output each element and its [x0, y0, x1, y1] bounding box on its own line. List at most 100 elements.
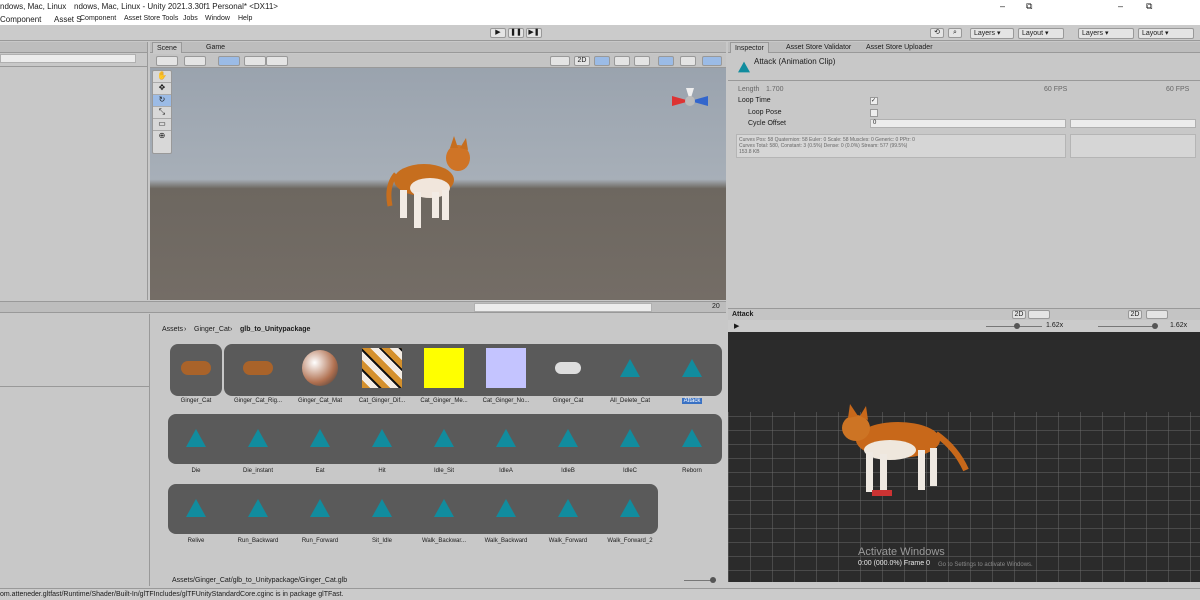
- draw-mode-button[interactable]: [156, 56, 178, 66]
- undo-history-button[interactable]: ⟲: [930, 28, 944, 38]
- mode-2d-button[interactable]: 2D: [574, 56, 590, 66]
- inspector-panel: Attack (Animation Clip) Length 1.700 60 …: [728, 54, 1200, 306]
- asset-item[interactable]: Ginger_Cat: [169, 348, 223, 404]
- breadcrumb-ginger-cat[interactable]: Ginger_Cat: [194, 326, 230, 333]
- animation-clip-thumbnail: [424, 418, 464, 458]
- loop-pose-checkbox[interactable]: [870, 109, 878, 117]
- animation-clip-icon: [248, 429, 268, 447]
- layers-dropdown-2[interactable]: Layers ▾: [1078, 28, 1134, 39]
- effects-button[interactable]: [634, 56, 650, 66]
- asset-item[interactable]: Die_instant: [231, 418, 285, 474]
- camera-button[interactable]: [680, 56, 696, 66]
- asset-item[interactable]: Eat: [293, 418, 347, 474]
- scale-tool-icon[interactable]: ⤡: [153, 107, 171, 119]
- menu-jobs[interactable]: Jobs: [183, 15, 198, 22]
- menu-asset-store[interactable]: Asset S: [54, 15, 82, 24]
- menu-component[interactable]: Component: [0, 15, 41, 24]
- grid-snap-button[interactable]: [218, 56, 240, 66]
- cycle-offset-field-2[interactable]: [1070, 119, 1196, 128]
- loop-time-checkbox[interactable]: ✓: [870, 97, 878, 105]
- asset-item[interactable]: Ginger_Cat_Rig...: [231, 348, 285, 404]
- move-tool-icon[interactable]: ✥: [153, 83, 171, 95]
- asset-item[interactable]: Die: [169, 418, 223, 474]
- asset-label: Ginger_Cat: [552, 398, 584, 404]
- animation-clip-thumbnail: [486, 418, 526, 458]
- asset-item[interactable]: Hit: [355, 418, 409, 474]
- asset-item[interactable]: Cat_Ginger_No...: [479, 348, 533, 404]
- snap-increment-button[interactable]: [244, 56, 266, 66]
- asset-item[interactable]: Attack: [665, 348, 719, 404]
- rect-tool-icon[interactable]: ▭: [153, 119, 171, 131]
- breadcrumb-assets[interactable]: Assets: [162, 326, 183, 333]
- gizmos-button[interactable]: [702, 56, 722, 66]
- asset-item[interactable]: Walk_Forward: [541, 488, 595, 544]
- breadcrumb-current[interactable]: glb_to_Unitypackage: [240, 326, 310, 333]
- layers-dropdown[interactable]: Layers ▾: [970, 28, 1014, 39]
- hand-tool-icon[interactable]: ✋: [153, 71, 171, 83]
- minimize-button[interactable]: –: [1000, 1, 1005, 11]
- shading-button[interactable]: [550, 56, 570, 66]
- asset-item[interactable]: Walk_Backward: [479, 488, 533, 544]
- lighting-button[interactable]: [594, 56, 610, 66]
- preview-speed-slider-2[interactable]: [1098, 326, 1154, 327]
- menu-help[interactable]: Help: [238, 15, 252, 22]
- restore-button-2[interactable]: ⧉: [1146, 1, 1152, 12]
- asset-item[interactable]: IdleB: [541, 418, 595, 474]
- cycle-offset-field[interactable]: 0: [870, 119, 1066, 128]
- normal-map-thumbnail: [486, 348, 526, 388]
- tab-inspector[interactable]: Inspector: [730, 42, 769, 53]
- asset-item[interactable]: Ginger_Cat: [541, 348, 595, 404]
- asset-item[interactable]: Walk_Forward_2: [603, 488, 657, 544]
- icon-size-handle[interactable]: [710, 577, 716, 583]
- preview-pivot-button[interactable]: [1028, 310, 1050, 319]
- asset-item[interactable]: IdleA: [479, 418, 533, 474]
- asset-item[interactable]: Sit_Idle: [355, 488, 409, 544]
- tab-scene[interactable]: Scene: [152, 42, 182, 53]
- audio-button[interactable]: [614, 56, 630, 66]
- search-button[interactable]: ⌕: [948, 28, 962, 38]
- restore-button[interactable]: ⧉: [1026, 1, 1032, 12]
- pause-button[interactable]: ❚❚: [508, 28, 524, 38]
- hierarchy-search-input[interactable]: [0, 54, 136, 63]
- step-button[interactable]: ▶❚: [526, 28, 542, 38]
- transform-tool-icon[interactable]: ⊕: [153, 131, 171, 143]
- layout-dropdown[interactable]: Layout ▾: [1018, 28, 1064, 39]
- preview-pivot-button-2[interactable]: [1146, 310, 1168, 319]
- animation-clip-icon: [496, 429, 516, 447]
- hidden-objects-button[interactable]: [658, 56, 674, 66]
- scene-viewport[interactable]: ✋ ✥ ↻ ⤡ ▭ ⊕: [150, 68, 726, 300]
- tab-game[interactable]: Game: [202, 42, 229, 53]
- project-search-input[interactable]: [474, 303, 652, 312]
- layout-dropdown-2[interactable]: Layout ▾: [1138, 28, 1194, 39]
- rotate-tool-icon[interactable]: ↻: [153, 95, 171, 107]
- preview-speed-handle-2[interactable]: [1152, 323, 1158, 329]
- orientation-gizmo[interactable]: [668, 86, 712, 116]
- tab-asset-store-validator[interactable]: Asset Store Validator: [782, 42, 855, 53]
- asset-item[interactable]: Ginger_Cat_Mat: [293, 348, 347, 404]
- minimize-button-2[interactable]: –: [1118, 1, 1123, 11]
- asset-item[interactable]: All_Delete_Cat: [603, 348, 657, 404]
- global-button[interactable]: [184, 56, 206, 66]
- asset-item[interactable]: Run_Backward: [231, 488, 285, 544]
- preview-2d-button[interactable]: 2D: [1012, 310, 1026, 319]
- preview-2d-button-2[interactable]: 2D: [1128, 310, 1142, 319]
- menu-component-2[interactable]: Component: [80, 15, 116, 22]
- menu-asset-store-tools[interactable]: Asset Store Tools: [124, 15, 178, 22]
- asset-item[interactable]: Reborn: [665, 418, 719, 474]
- asset-item[interactable]: Idle_Sit: [417, 418, 471, 474]
- asset-item[interactable]: Cat_Ginger_Dif...: [355, 348, 409, 404]
- animation-preview-viewport[interactable]: Activate Windows Go to Settings to activ…: [728, 332, 1200, 582]
- play-button[interactable]: ▶: [490, 28, 506, 38]
- asset-item[interactable]: Run_Forward: [293, 488, 347, 544]
- preview-play-button[interactable]: ▶: [734, 322, 739, 330]
- asset-item[interactable]: IdleC: [603, 418, 657, 474]
- asset-item[interactable]: Relive: [169, 488, 223, 544]
- grid-button[interactable]: [266, 56, 288, 66]
- cat-model[interactable]: [384, 136, 478, 236]
- asset-item[interactable]: Cat_Ginger_Me...: [417, 348, 471, 404]
- tab-asset-store-uploader[interactable]: Asset Store Uploader: [862, 42, 937, 53]
- model-thumbnail: [238, 348, 278, 388]
- preview-speed-handle[interactable]: [1014, 323, 1020, 329]
- asset-item[interactable]: Walk_Backwar...: [417, 488, 471, 544]
- menu-window[interactable]: Window: [205, 15, 230, 22]
